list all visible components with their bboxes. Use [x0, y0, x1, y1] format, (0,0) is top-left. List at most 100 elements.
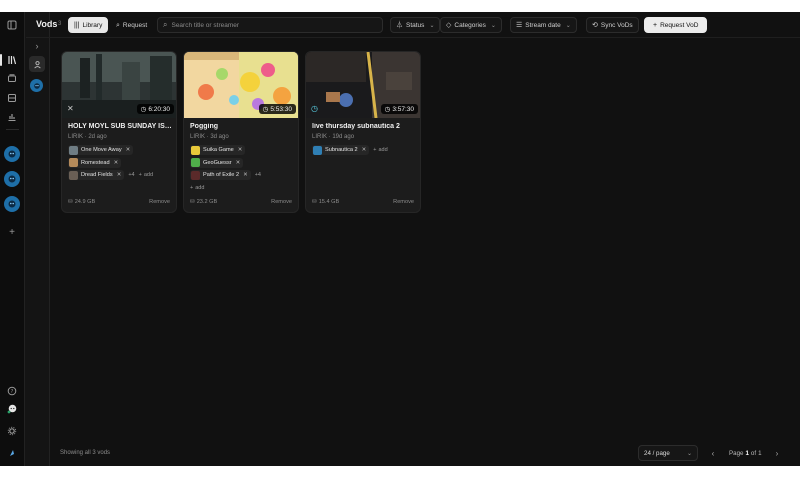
category-tag[interactable]: Subnautica 2 ✕ — [312, 145, 370, 155]
vod-meta: LIRIK · 3d ago — [190, 134, 229, 140]
streamer-avatar[interactable] — [30, 79, 43, 92]
filter-icon: ⏃ — [396, 21, 403, 29]
plus-icon: + — [190, 184, 194, 191]
categories-filter-button[interactable]: ◇ Categories ⌄ — [440, 17, 502, 33]
add-category-button[interactable]: + add — [373, 147, 387, 153]
duration-badge: ◷ 5:53:30 — [258, 104, 296, 114]
category-tag[interactable]: Dread Fields ✕ — [68, 170, 125, 180]
page-title: Vods — [36, 19, 58, 29]
library-icon[interactable] — [5, 53, 19, 67]
disk-icon: ⛁ — [68, 199, 73, 205]
plus-icon: + — [653, 21, 658, 29]
vod-card[interactable]: ✕ ◷ 6:20:30 HOLY MOYL SUB SUNDAY IS ... … — [61, 51, 177, 213]
game-cover-icon — [313, 145, 322, 155]
category-tag[interactable]: GeoGuessr ✕ — [190, 157, 244, 168]
add-category-button[interactable]: + add — [190, 185, 204, 191]
remove-button[interactable]: Remove — [271, 199, 292, 205]
more-tags-count[interactable]: +4 — [128, 172, 134, 178]
file-size: ⛁ 23.2 GB — [190, 199, 218, 205]
results-summary: Showing all 3 vods — [60, 450, 111, 456]
vod-thumbnail[interactable]: ◷ ◷ 3:57:30 — [306, 52, 420, 118]
disk-icon: ⛁ — [312, 199, 317, 205]
plus-icon: + — [373, 147, 377, 153]
category-tag[interactable]: One Move Away ✕ — [68, 145, 134, 155]
card-footer: ⛁ 24.9 GB Remove — [68, 199, 170, 205]
user-icon[interactable] — [29, 56, 45, 72]
vod-title[interactable]: live thursday subnautica 2 — [312, 123, 416, 130]
clock-icon: ◷ — [384, 106, 391, 113]
clock-icon: ◷ — [262, 106, 269, 113]
status-icon: ◷ — [311, 104, 318, 113]
remove-tag-icon[interactable]: ✕ — [114, 160, 119, 166]
vod-title[interactable]: Pogging — [190, 123, 294, 130]
category-tag[interactable]: Path of Exile 2 ✕ — [190, 170, 251, 180]
vod-card[interactable]: ◷ ◷ 3:57:30 live thursday subnautica 2 L… — [305, 51, 421, 213]
pagination-footer: Showing all 3 vods 24 / page ⌄ ‹ Page 1 … — [50, 442, 800, 466]
remove-button[interactable]: Remove — [149, 199, 170, 205]
streamer-avatar[interactable] — [4, 196, 20, 212]
remove-button[interactable]: Remove — [393, 199, 414, 205]
toolbar: Vods 3 ||| Library ⌕ Request ⌕ ⏃ Status … — [26, 12, 800, 38]
previous-page-button[interactable]: ‹ — [706, 446, 720, 460]
sync-vods-button[interactable]: ⟲ Sync VoDs — [586, 17, 639, 33]
vod-thumbnail[interactable]: ◷ 5:53:30 — [184, 52, 298, 118]
search-box[interactable]: ⌕ — [157, 17, 383, 33]
search-icon: ⌕ — [163, 20, 168, 29]
category-tag[interactable]: Suika Game ✕ — [190, 145, 246, 155]
add-category-button[interactable]: + add — [139, 172, 153, 178]
tab-library[interactable]: ||| Library — [68, 17, 109, 33]
streamer-avatar[interactable] — [4, 171, 20, 187]
game-cover-icon — [69, 170, 78, 180]
remove-tag-icon[interactable]: ✕ — [243, 172, 248, 178]
sort-button[interactable]: ☰ Stream date ⌄ — [510, 17, 577, 33]
settings-icon[interactable] — [5, 424, 19, 438]
search-input[interactable] — [171, 21, 372, 29]
file-size: ⛁ 24.9 GB — [68, 199, 96, 205]
game-cover-icon — [191, 170, 200, 180]
vod-title[interactable]: HOLY MOYL SUB SUNDAY IS ... — [68, 123, 172, 130]
status-filter-button[interactable]: ⏃ Status ⌄ — [390, 17, 441, 33]
card-footer: ⛁ 15.4 GB Remove — [312, 199, 414, 205]
chat-icon[interactable] — [5, 402, 19, 416]
vod-thumbnail[interactable]: ✕ ◷ 6:20:30 — [62, 52, 176, 118]
plus-icon: + — [138, 172, 142, 178]
game-cover-icon — [69, 158, 78, 167]
sidebar-toggle-icon[interactable] — [5, 18, 19, 32]
chart-icon[interactable] — [5, 110, 19, 124]
expand-chevron-icon[interactable]: › — [29, 38, 45, 54]
folder-icon[interactable] — [5, 71, 19, 85]
game-cover-icon — [191, 158, 200, 167]
tab-request[interactable]: ⌕ Request — [110, 17, 153, 33]
sort-icon: ☰ — [516, 21, 523, 29]
theme-icon[interactable] — [5, 446, 19, 460]
remove-tag-icon[interactable]: ✕ — [238, 147, 243, 153]
vod-count-badge: 3 — [58, 21, 62, 27]
left-rail: + ? — [0, 12, 25, 466]
page-size-select[interactable]: 24 / page ⌄ — [638, 445, 698, 461]
crosshair-icon: ✕ — [67, 104, 74, 113]
more-tags-count[interactable]: +4 — [255, 172, 261, 178]
sync-icon: ⟲ — [592, 21, 598, 29]
duration-badge: ◷ 3:57:30 — [380, 104, 418, 114]
request-vod-button[interactable]: + Request VoD — [644, 17, 708, 33]
disk-icon: ⛁ — [190, 199, 195, 205]
chevron-down-icon: ⌄ — [490, 22, 496, 29]
chevron-down-icon: ⌄ — [429, 22, 435, 29]
vod-card[interactable]: ◷ 5:53:30 Pogging LIRIK · 3d ago Suika G… — [183, 51, 299, 213]
chevron-down-icon: ⌄ — [565, 22, 571, 29]
remove-tag-icon[interactable]: ✕ — [126, 147, 131, 153]
remove-tag-icon[interactable]: ✕ — [236, 160, 241, 166]
streamer-avatar[interactable] — [4, 146, 20, 162]
next-page-button[interactable]: › — [770, 446, 784, 460]
help-icon[interactable]: ? — [5, 384, 19, 398]
film-icon[interactable] — [5, 91, 19, 105]
add-streamer-icon[interactable]: + — [5, 225, 19, 239]
category-tag[interactable]: Romestead ✕ — [68, 157, 122, 168]
vod-meta: LIRIK · 2d ago — [68, 134, 107, 140]
remove-tag-icon[interactable]: ✕ — [362, 147, 367, 153]
category-tags: One Move Away ✕ Romestead ✕ Dread Fields ✕ … — [68, 144, 176, 182]
rail-divider — [6, 129, 19, 130]
remove-tag-icon[interactable]: ✕ — [117, 172, 122, 178]
game-cover-icon — [191, 145, 200, 155]
game-cover-icon — [69, 145, 78, 155]
